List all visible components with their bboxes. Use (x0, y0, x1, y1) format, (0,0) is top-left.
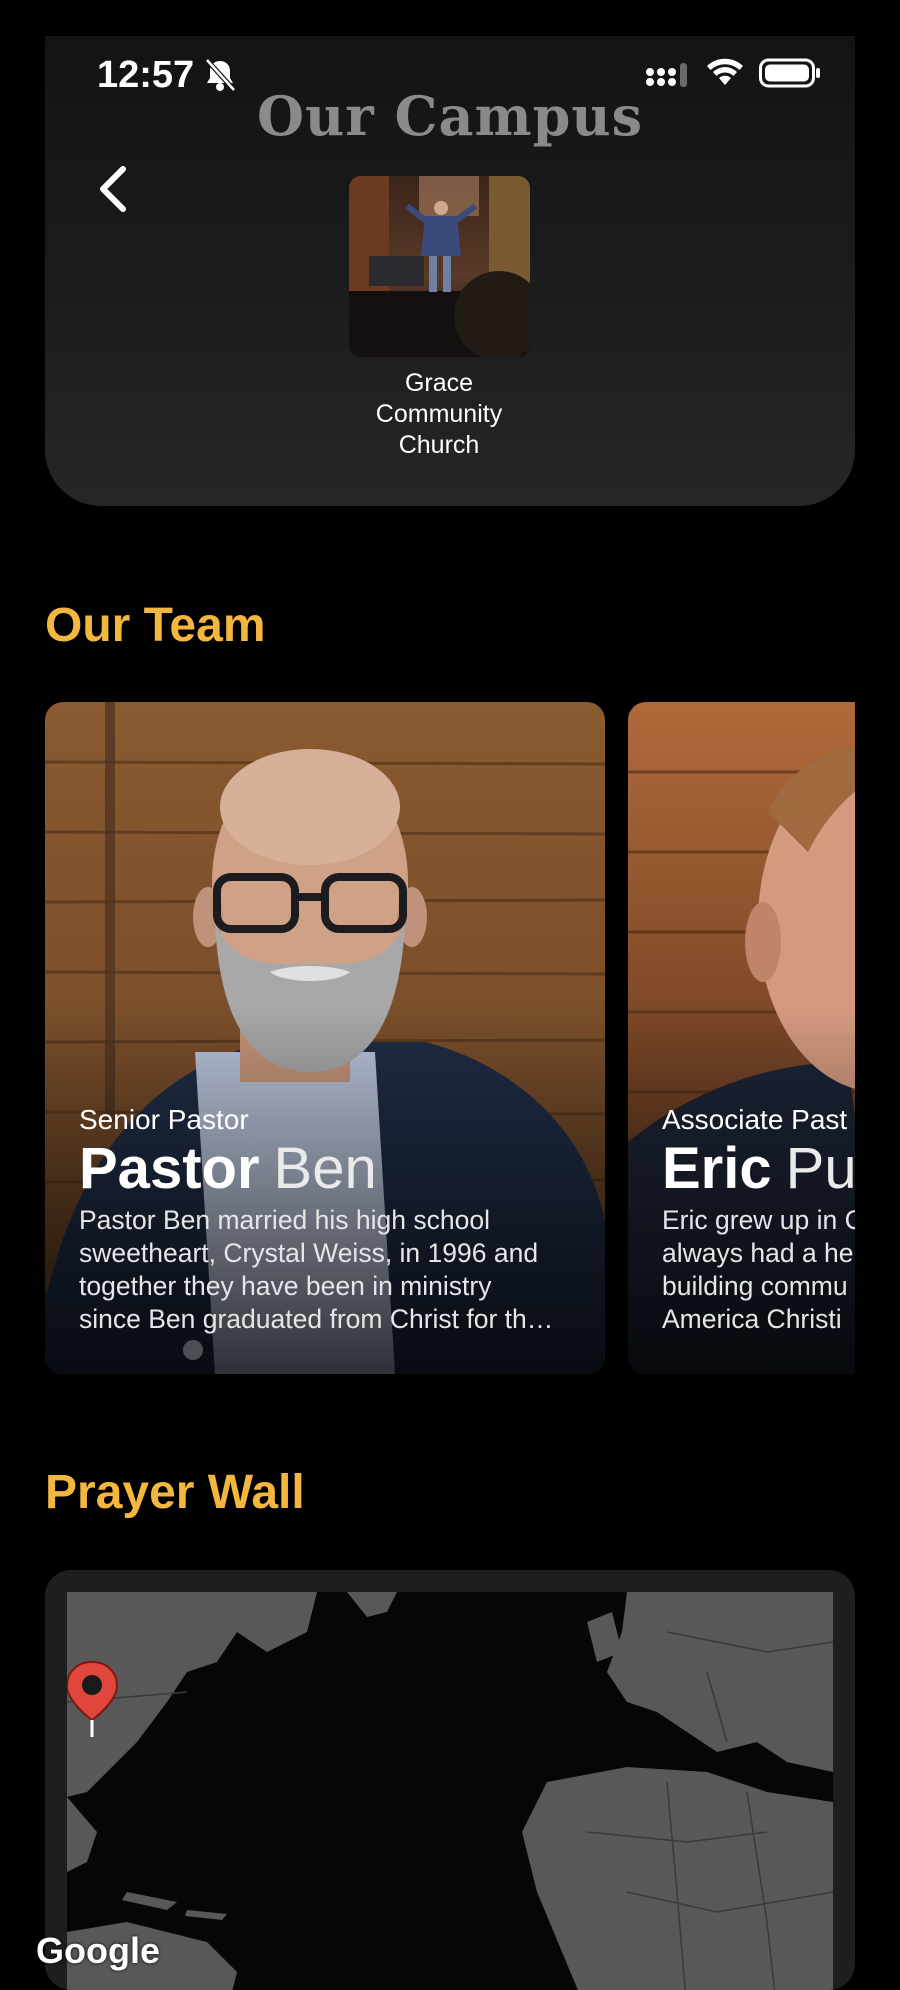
team-heading: Our Team (45, 599, 266, 652)
campus-header-card: 12:57 Our Campus Grace Community Church (45, 36, 855, 506)
team-card-text: Senior Pastor Pastor Ben Pastor Ben marri… (79, 1104, 599, 1336)
bio-line: always had a he (662, 1238, 854, 1268)
campus-photo-image (349, 176, 530, 357)
chevron-left-icon (100, 166, 126, 212)
map-attribution: Google (36, 1930, 160, 1971)
prayer-wall-card (45, 1570, 855, 1990)
bio-line: Pastor Ben married his high school (79, 1205, 490, 1235)
campus-name[interactable]: Grace Community Church (339, 368, 539, 461)
team-card[interactable]: Senior Pastor Pastor Ben Pastor Ben marri… (45, 702, 605, 1374)
bio-line: together they have been in ministry (79, 1271, 492, 1301)
member-first-name: Pastor (79, 1136, 260, 1201)
member-bio: Eric grew up in C always had a he buildi… (662, 1204, 855, 1336)
member-bio: Pastor Ben married his high school sweet… (79, 1204, 599, 1336)
bio-line: building commu (662, 1271, 848, 1301)
prayer-map[interactable] (67, 1592, 833, 1990)
campus-name-line: Grace (404, 369, 474, 397)
prayer-wall-heading: Prayer Wall (45, 1466, 305, 1519)
bio-line: sweetheart, Crystal Weiss, in 1996 and (79, 1238, 539, 1268)
team-card-text: Associate Past Eric Pu Eric grew up in C … (662, 1104, 855, 1336)
campus-thumbnail[interactable] (349, 176, 530, 357)
team-carousel[interactable]: Senior Pastor Pastor Ben Pastor Ben marri… (45, 702, 855, 1374)
back-button[interactable] (85, 154, 145, 224)
bio-line: since Ben graduated from Christ for th… (79, 1304, 554, 1334)
member-role: Senior Pastor (79, 1104, 249, 1135)
member-last-name: Pu (785, 1136, 855, 1201)
member-role: Associate Past (662, 1104, 848, 1135)
bio-line: America Christi (662, 1304, 842, 1334)
bio-line: Eric grew up in C (662, 1205, 855, 1235)
world-map (67, 1592, 833, 1990)
page-title: Our Campus (256, 84, 644, 148)
carousel-indicator (183, 1340, 203, 1360)
member-first-name: Eric (662, 1136, 772, 1201)
team-card[interactable]: Associate Past Eric Pu Eric grew up in C … (628, 702, 855, 1374)
member-last-name: Ben (273, 1136, 377, 1201)
campus-name-line: Church (398, 431, 480, 459)
campus-name-line: Community (375, 400, 503, 428)
member-name: Pastor Ben (79, 1138, 599, 1200)
member-name: Eric Pu (662, 1138, 855, 1200)
